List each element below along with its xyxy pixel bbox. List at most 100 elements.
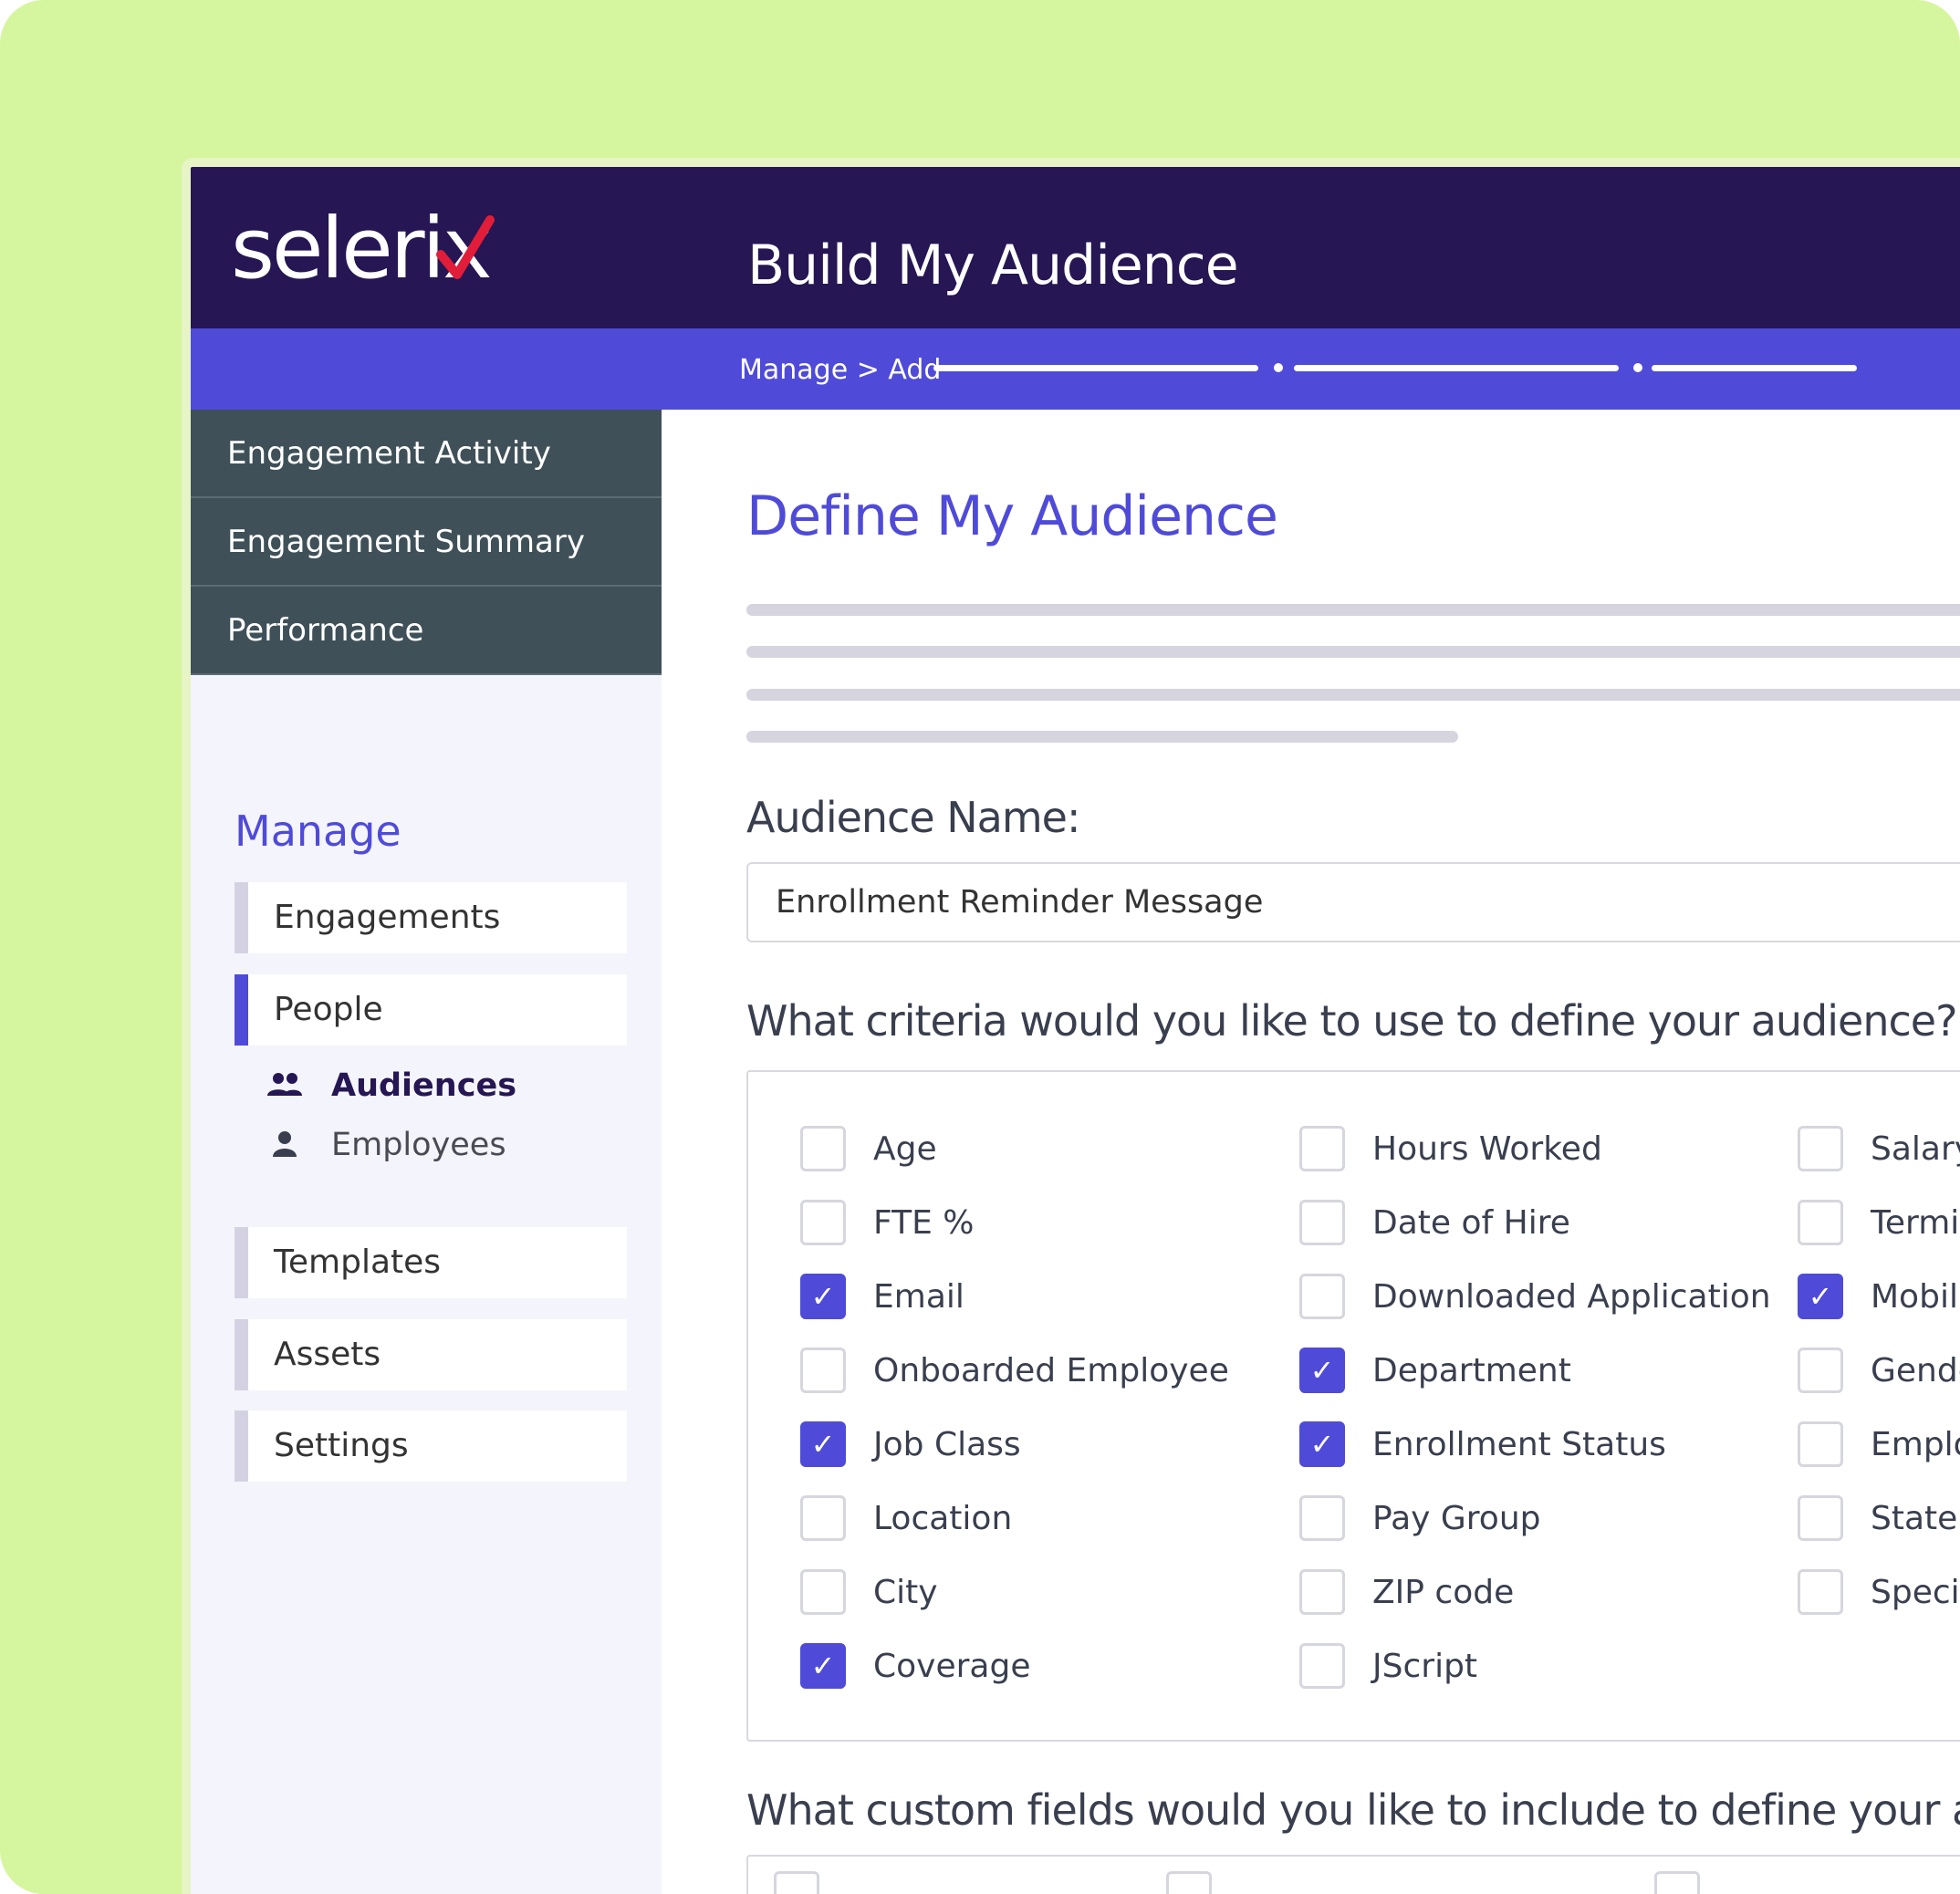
criteria-label: Date of Hire — [1372, 1203, 1570, 1242]
criteria-option[interactable]: ✓ Department — [1299, 1345, 1571, 1396]
sub-nav-label: Audiences — [331, 1067, 517, 1104]
checkbox[interactable] — [1299, 1126, 1345, 1171]
criteria-option[interactable]: State — [1798, 1493, 1957, 1544]
selerix-logo[interactable]: selerix — [231, 207, 495, 291]
breadcrumb[interactable]: Manage > Add — [739, 354, 941, 386]
criteria-option[interactable]: ZIP code — [1299, 1566, 1514, 1618]
checkbox[interactable]: ✓ — [800, 1421, 846, 1467]
progress-step-2 — [1294, 365, 1619, 371]
nav-settings[interactable]: Settings — [235, 1410, 627, 1482]
criteria-option[interactable]: ✓ Enrollment Status — [1299, 1419, 1666, 1470]
criteria-option[interactable]: FTE % — [800, 1197, 974, 1248]
checkbox[interactable] — [800, 1200, 846, 1245]
criteria-option[interactable]: Hours Worked — [1299, 1123, 1602, 1174]
criteria-label: Speci — [1871, 1573, 1960, 1611]
criteria-label: Location — [873, 1499, 1013, 1537]
nav-engagements[interactable]: Engagements — [235, 882, 627, 953]
checkbox[interactable] — [1299, 1274, 1345, 1319]
progress-step-1 — [933, 365, 1258, 371]
criteria-option[interactable]: ✓ Mobile — [1798, 1271, 1960, 1322]
checkbox[interactable] — [800, 1495, 846, 1541]
checkbox[interactable] — [774, 1871, 819, 1894]
checkbox[interactable] — [1299, 1643, 1345, 1689]
manage-section-title: Manage — [235, 807, 401, 856]
progress-dot — [1633, 363, 1642, 372]
criteria-label: Job Class — [873, 1425, 1021, 1463]
checkbox[interactable]: ✓ — [1299, 1348, 1345, 1393]
app-window: selerix Build My Audience Manage > Add E… — [182, 158, 1960, 1894]
checkbox[interactable] — [1798, 1126, 1843, 1171]
sidebar-item-engagement-activity[interactable]: Engagement Activity — [191, 410, 662, 498]
criteria-option[interactable]: ✓ Job Class — [800, 1419, 1021, 1470]
checkbox[interactable] — [800, 1126, 846, 1171]
checkbox[interactable] — [1299, 1200, 1345, 1245]
checkbox[interactable] — [1798, 1495, 1843, 1541]
criteria-label: Age — [873, 1129, 937, 1168]
nav-templates[interactable]: Templates — [235, 1227, 627, 1298]
nav-assets[interactable]: Assets — [235, 1319, 627, 1390]
checkbox[interactable] — [1798, 1421, 1843, 1467]
checkbox[interactable] — [800, 1348, 846, 1393]
criteria-label: Hours Worked — [1372, 1129, 1602, 1168]
logo-x-letter: x — [435, 207, 495, 291]
criteria-option[interactable]: Downloaded Application — [1299, 1271, 1771, 1322]
checkbox[interactable] — [800, 1569, 846, 1615]
criteria-label: City — [873, 1573, 938, 1611]
checkbox[interactable]: ✓ — [800, 1643, 846, 1689]
checkbox[interactable]: ✓ — [800, 1274, 846, 1319]
criteria-option[interactable]: Emplo — [1798, 1419, 1960, 1470]
criteria-option[interactable]: Termir — [1798, 1197, 1960, 1248]
criteria-label: ZIP code — [1372, 1573, 1515, 1611]
checkbox[interactable] — [1299, 1569, 1345, 1615]
logo-check-icon — [435, 215, 495, 279]
sidebar: Engagement Activity Engagement Summary P… — [191, 410, 662, 1894]
criteria-question: What criteria would you like to use to d… — [746, 996, 1957, 1046]
criteria-label: Mobile — [1871, 1277, 1960, 1316]
criteria-option[interactable]: ✓ Coverage — [800, 1640, 1030, 1691]
criteria-option[interactable]: Gende — [1798, 1345, 1960, 1396]
section-heading: Define My Audience — [746, 484, 1278, 548]
custom-fields-question: What custom fields would you like to inc… — [746, 1785, 1960, 1835]
criteria-label: FTE % — [873, 1203, 975, 1242]
criteria-label: Enrollment Status — [1372, 1425, 1666, 1463]
criteria-option[interactable]: Salary — [1798, 1123, 1960, 1174]
criteria-label: State — [1871, 1499, 1958, 1537]
progress-step-3 — [1652, 365, 1857, 371]
checkbox[interactable]: ✓ — [1299, 1421, 1345, 1467]
checkbox[interactable]: ✓ — [1798, 1274, 1843, 1319]
criteria-option[interactable]: JScript — [1299, 1640, 1477, 1691]
criteria-label: Email — [873, 1277, 964, 1316]
criteria-label: Coverage — [873, 1647, 1031, 1685]
sub-nav-audiences[interactable]: Audiences — [266, 1064, 516, 1108]
audience-name-input[interactable] — [746, 862, 1960, 942]
criteria-label: Termir — [1871, 1203, 1960, 1242]
checkbox[interactable] — [1798, 1569, 1843, 1615]
nav-people[interactable]: People — [235, 974, 627, 1046]
criteria-option[interactable]: Age — [800, 1123, 937, 1174]
criteria-label: Emplo — [1871, 1425, 1960, 1463]
checkbox[interactable] — [1654, 1871, 1700, 1894]
criteria-label: Onboarded Employee — [873, 1351, 1229, 1389]
criteria-option[interactable]: Date of Hire — [1299, 1197, 1570, 1248]
placeholder-text-line — [746, 731, 1458, 743]
criteria-option[interactable]: Location — [800, 1493, 1012, 1544]
checkbox[interactable] — [1798, 1348, 1843, 1393]
criteria-option[interactable]: ✓ Email — [800, 1271, 964, 1322]
criteria-option[interactable]: City — [800, 1566, 938, 1618]
checkbox[interactable] — [1299, 1495, 1345, 1541]
criteria-label: JScript — [1372, 1647, 1478, 1685]
criteria-option[interactable]: Speci — [1798, 1566, 1960, 1618]
sidebar-item-engagement-summary[interactable]: Engagement Summary — [191, 498, 662, 587]
placeholder-text-line — [746, 646, 1960, 658]
criteria-option[interactable]: Onboarded Employee — [800, 1345, 1229, 1396]
criteria-option[interactable]: Pay Group — [1299, 1493, 1541, 1544]
checkbox[interactable] — [1798, 1200, 1843, 1245]
criteria-panel: Age FTE % ✓ Email Onboarded Employee ✓ Job… — [746, 1070, 1960, 1742]
progress-dot — [1274, 363, 1283, 372]
sub-nav-employees[interactable]: Employees — [266, 1123, 506, 1167]
criteria-label: Downloaded Application — [1372, 1277, 1771, 1316]
placeholder-text-line — [746, 689, 1960, 701]
checkbox[interactable] — [1166, 1871, 1212, 1894]
sub-nav-label: Employees — [331, 1127, 506, 1163]
sidebar-item-performance[interactable]: Performance — [191, 587, 662, 675]
